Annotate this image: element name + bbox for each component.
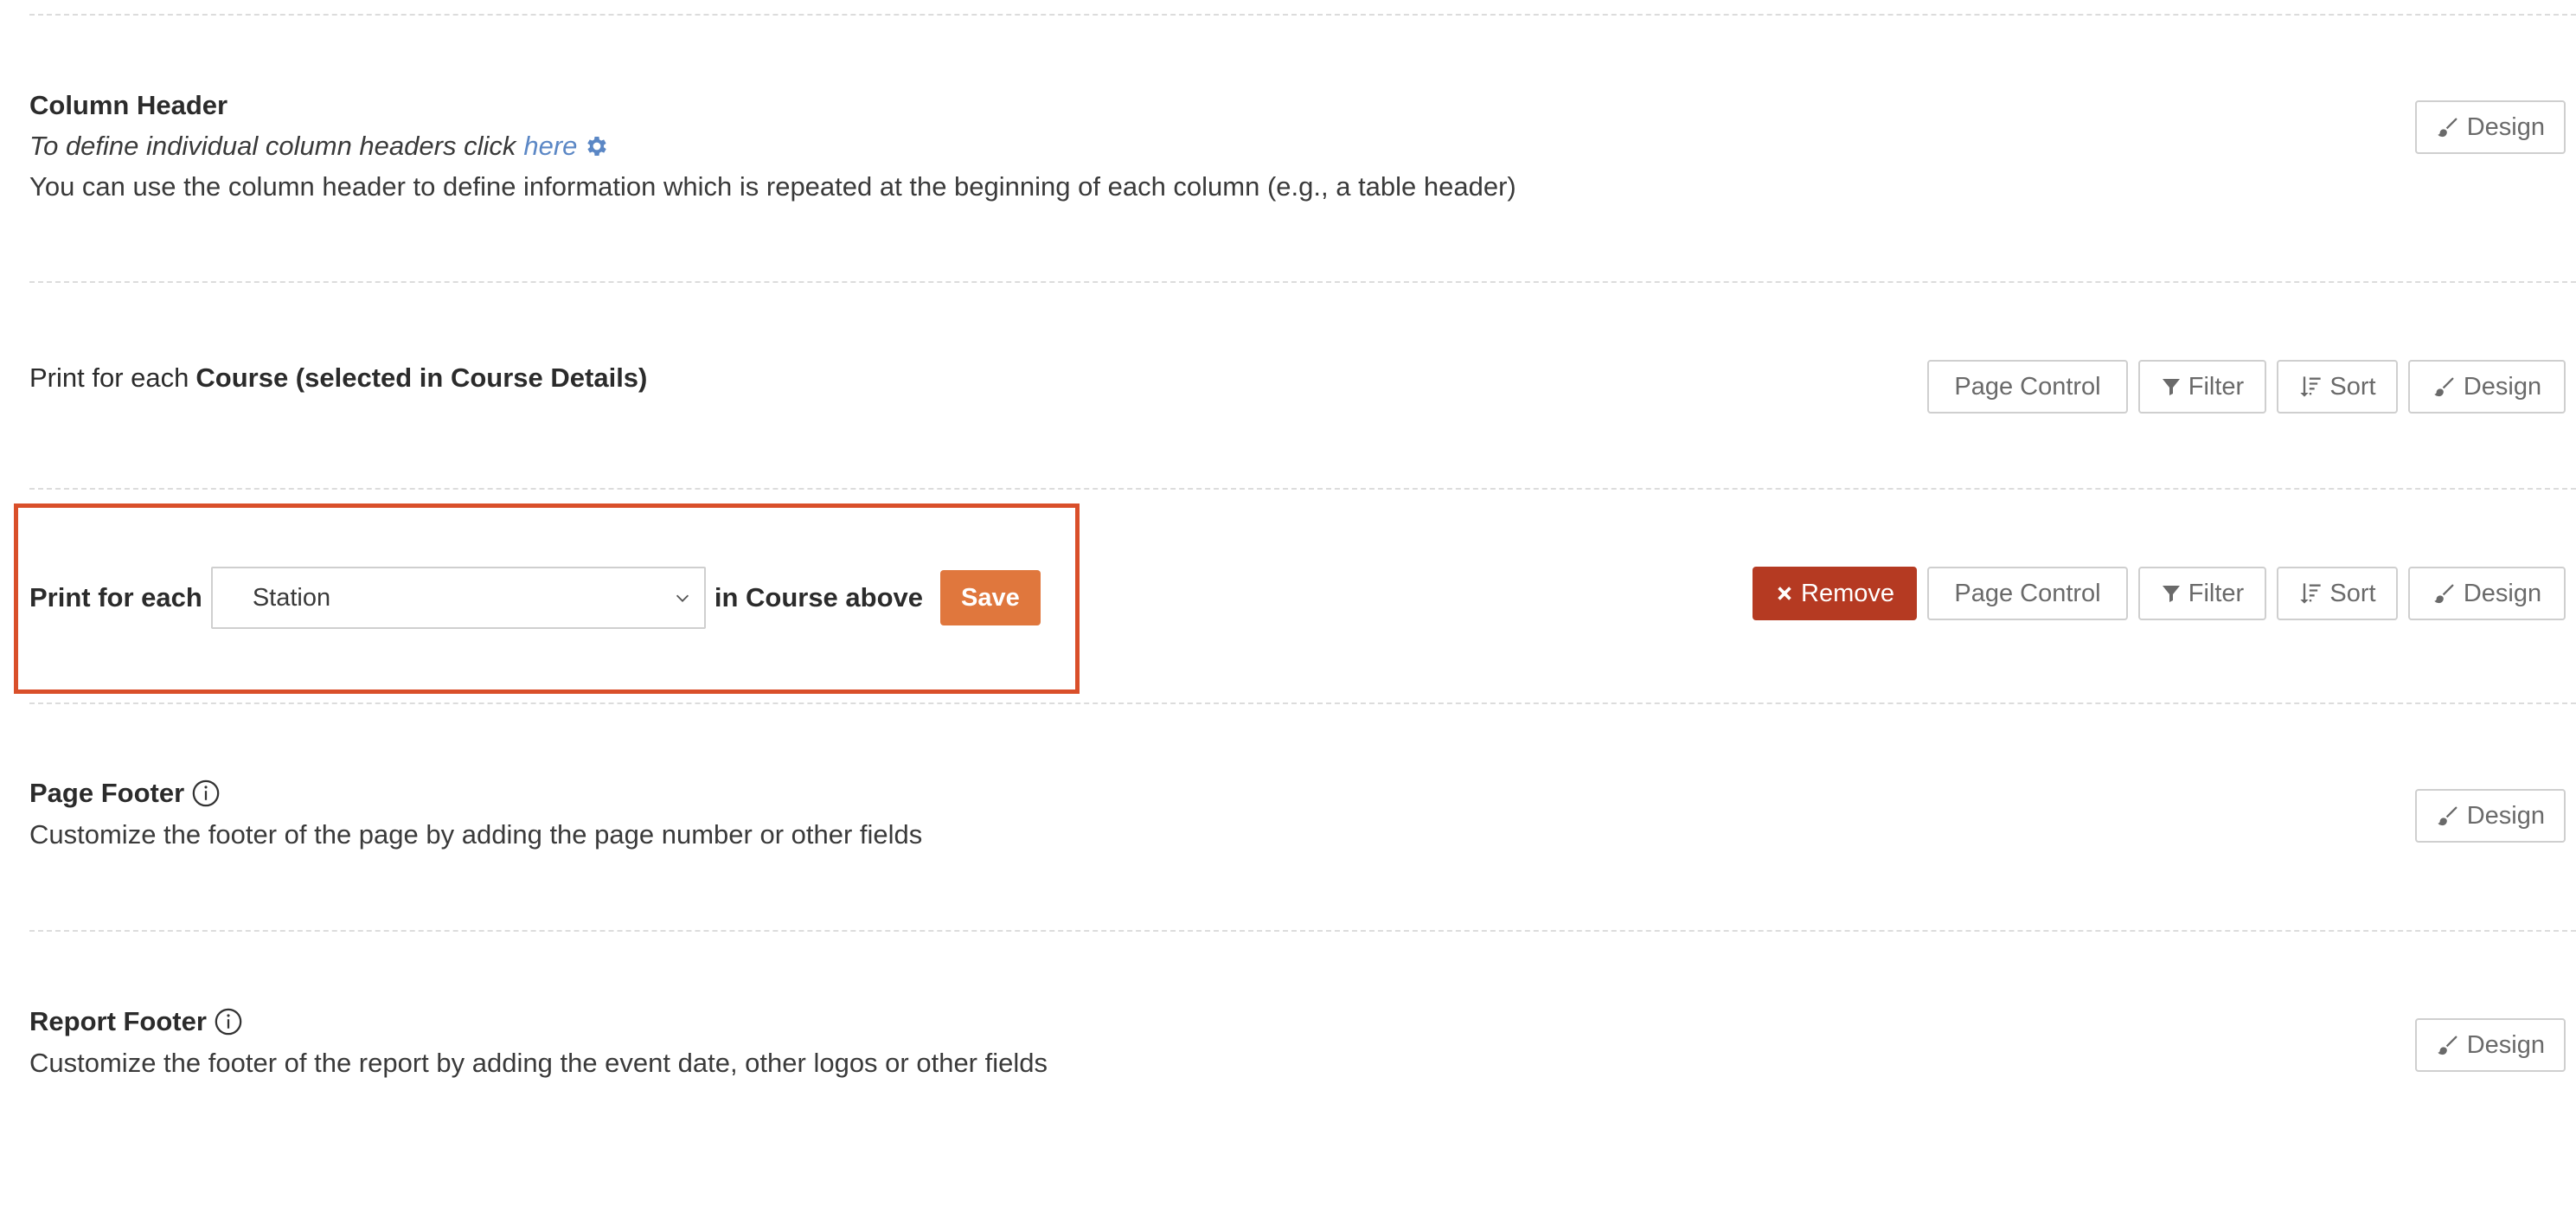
page-footer-title: Page Footer: [29, 778, 221, 809]
brush-icon: [2434, 584, 2454, 604]
section-divider: [29, 14, 2576, 16]
column-header-hint-text: To define individual column headers clic…: [29, 131, 516, 161]
design-button[interactable]: Design: [2414, 1018, 2566, 1072]
sort-button-label: Sort: [2329, 579, 2376, 607]
page-control-label: Page Control: [1954, 579, 2101, 607]
gear-icon[interactable]: [584, 133, 610, 159]
page-footer-actions: Design: [2414, 789, 2566, 843]
design-button-label: Design: [2466, 112, 2545, 141]
design-button[interactable]: Design: [2408, 360, 2566, 414]
section-divider: [29, 702, 2576, 704]
filter-button-label: Filter: [2188, 372, 2245, 401]
station-section-actions: Remove Page Control Filter Sort Design: [1753, 567, 2566, 620]
column-header-title-text: Column Header: [29, 90, 228, 120]
design-button-label: Design: [2466, 1030, 2545, 1059]
page-footer-title-text: Page Footer: [29, 778, 185, 808]
page-control-label: Page Control: [1954, 372, 2101, 401]
report-footer-title-text: Report Footer: [29, 1006, 207, 1036]
section-divider: [29, 488, 2576, 490]
section-divider: [29, 930, 2576, 932]
sort-icon: [2300, 376, 2322, 397]
save-button[interactable]: Save: [940, 570, 1041, 625]
report-footer-title: Report Footer: [29, 1006, 243, 1037]
filter-icon: [2162, 379, 2180, 395]
chevron-down-icon: [676, 594, 689, 602]
design-button[interactable]: Design: [2414, 100, 2566, 154]
info-icon[interactable]: [214, 1007, 243, 1036]
save-button-label: Save: [961, 583, 1020, 612]
filter-button-label: Filter: [2188, 579, 2245, 607]
filter-button[interactable]: Filter: [2138, 567, 2266, 620]
filter-icon: [2162, 586, 2180, 602]
remove-button-label: Remove: [1801, 579, 1894, 607]
info-icon[interactable]: [191, 779, 221, 808]
remove-button[interactable]: Remove: [1753, 567, 1917, 620]
design-button-label: Design: [2466, 801, 2545, 830]
filter-button[interactable]: Filter: [2138, 360, 2266, 414]
close-icon: [1778, 587, 1791, 600]
station-section-suffix: in Course above: [714, 582, 924, 612]
sort-button[interactable]: Sort: [2277, 567, 2398, 620]
page-control-button[interactable]: Page Control: [1927, 360, 2128, 414]
report-sections-page: Column Header To define individual colum…: [0, 0, 2576, 1225]
report-footer-description: Customize the footer of the report by ad…: [29, 1048, 1048, 1078]
level-select[interactable]: Station: [210, 567, 706, 629]
brush-icon: [2434, 377, 2454, 397]
station-section-prefix: Print for each: [29, 582, 202, 612]
brush-icon: [2438, 1036, 2457, 1055]
column-header-here-link[interactable]: here: [523, 131, 577, 162]
brush-icon: [2438, 806, 2457, 826]
column-header-title: Column Header: [29, 90, 227, 121]
level-select-value: Station: [252, 583, 331, 612]
course-section-title: Print for each Course (selected in Cours…: [29, 362, 647, 394]
station-section-row: Print for each Station in Course above S…: [29, 567, 1041, 629]
design-button-label: Design: [2463, 372, 2542, 401]
column-header-hint: To define individual column headers clic…: [29, 131, 610, 162]
course-section-actions: Page Control Filter Sort Design: [1927, 360, 2566, 414]
page-footer-description: Customize the footer of the page by addi…: [29, 819, 923, 850]
sort-icon: [2300, 583, 2322, 604]
course-section-prefix: Print for each: [29, 362, 189, 393]
design-button-label: Design: [2463, 579, 2542, 607]
course-section-bold: Course (selected in Course Details): [195, 362, 648, 393]
column-header-description: You can use the column header to define …: [29, 171, 1516, 202]
column-header-actions: Design: [2414, 100, 2566, 154]
section-divider: [29, 281, 2576, 283]
sort-button-label: Sort: [2329, 372, 2376, 401]
sort-button[interactable]: Sort: [2277, 360, 2398, 414]
design-button[interactable]: Design: [2414, 789, 2566, 843]
page-control-button[interactable]: Page Control: [1927, 567, 2128, 620]
design-button[interactable]: Design: [2408, 567, 2566, 620]
brush-icon: [2438, 118, 2457, 138]
report-footer-actions: Design: [2414, 1018, 2566, 1072]
